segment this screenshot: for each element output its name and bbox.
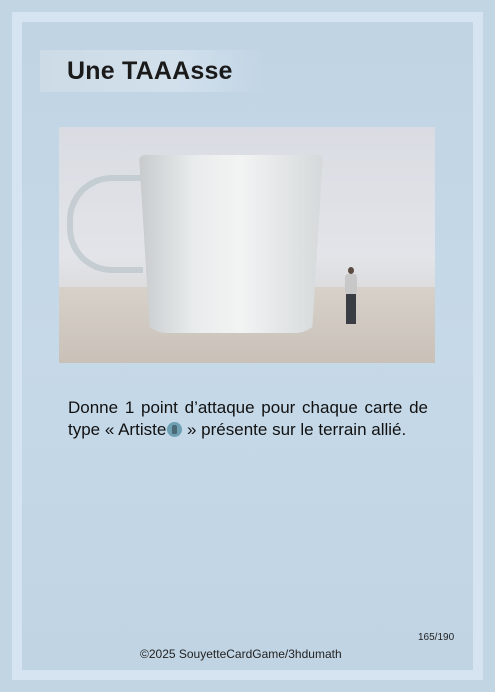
artist-type-icon xyxy=(167,422,183,437)
card-number: 165/190 xyxy=(418,632,455,643)
miniature-figure xyxy=(345,267,357,325)
card-title: Une TAAAsse xyxy=(67,57,233,85)
effect-text-part2: » présente sur le terrain allié. xyxy=(182,420,407,439)
cup xyxy=(139,155,323,333)
cup-handle xyxy=(67,175,143,273)
card-effect-text: Donne 1 point d’attaque pour chaque cart… xyxy=(68,397,428,441)
card-illustration xyxy=(59,127,435,363)
copyright: ©2025 SouyetteCardGame/3hdumath xyxy=(140,647,342,661)
